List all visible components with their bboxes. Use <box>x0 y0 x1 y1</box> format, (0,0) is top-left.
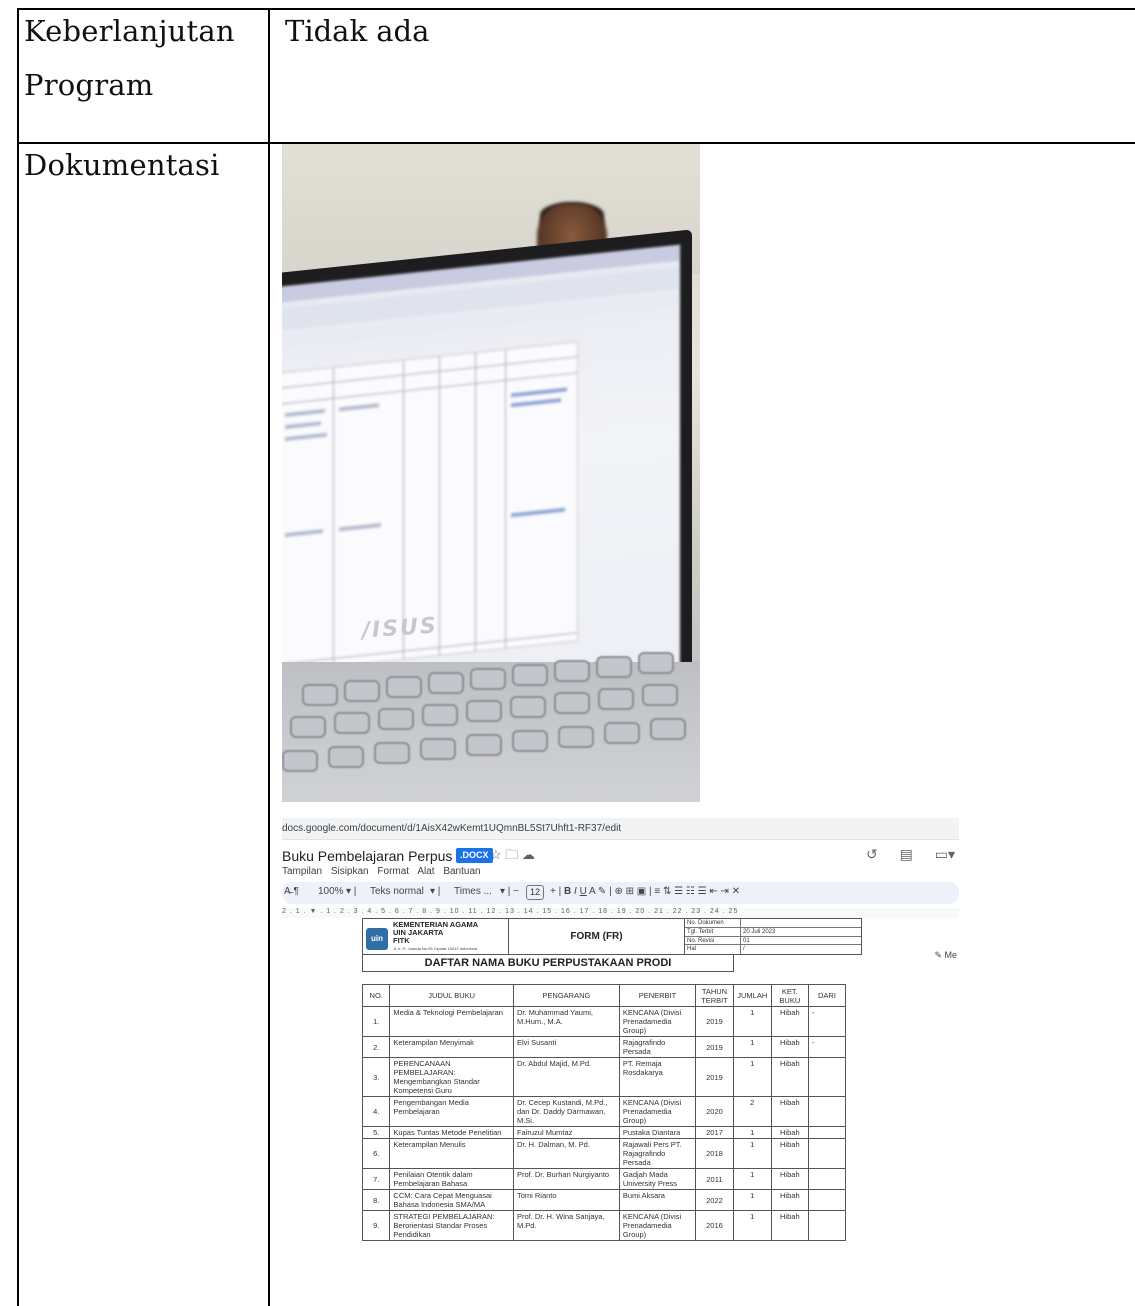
institution-name: KEMENTERIAN AGAMA UIN JAKARTA FITK <box>393 920 479 945</box>
spellcheck-icon: A̶ ¶ <box>284 886 299 897</box>
table-row: 2. Keterampilan Menyimak Elvi Susanti Ra… <box>361 1036 847 1058</box>
institution-address: Jl. Ir. H. Juanda No.95 Ciputat 15412 In… <box>393 946 478 951</box>
form-header-logo-cell: uin KEMENTERIAN AGAMA UIN JAKARTA FITK J… <box>363 919 509 954</box>
uin-logo: uin <box>366 928 388 950</box>
menu-bantuan: Bantuan <box>443 866 481 877</box>
menu-alat: Alat <box>417 866 435 877</box>
form-label: FORM (FR) <box>509 919 685 954</box>
ruler: 2 . 1 . ▼ . 1 . 2 . 3 . 4 . 5 . 6 . 7 . … <box>282 908 959 918</box>
browser-url: docs.google.com/document/d/1AisX42wKemt1… <box>282 823 622 834</box>
comment-icon: ▤ <box>899 846 913 862</box>
row-label-keberlanjutan: Keberlanjutan <box>24 14 235 48</box>
table-row: 3. PERENCANAAN PEMBELAJARAN: Mengembangk… <box>361 1057 847 1097</box>
row-label-program: Program <box>24 68 154 102</box>
table-header-row: NO. JUDUL BUKU PENGARANG PENERBIT TAHUN … <box>361 984 847 1007</box>
zoom-select: 100% <box>318 886 344 897</box>
table-border-top <box>17 8 1135 10</box>
meta-row: No. Revisi 01 <box>685 937 861 946</box>
folder-icon: 🗀 <box>505 847 519 862</box>
table-border-left <box>17 8 19 1306</box>
row-label-dokumentasi: Dokumentasi <box>24 148 220 182</box>
col-header-no: NO. <box>361 984 391 1007</box>
star-icon: ☆ <box>490 847 502 862</box>
menu-bar: Tampilan Sisipkan Format Alat Bantuan <box>282 866 487 877</box>
col-header-penerbit: PENERBIT <box>618 984 697 1007</box>
header-right-icons: ↺ ▤ ▭▾ <box>848 846 955 863</box>
table-row: 5. Kupas Tuntas Metode Penelitian Fairuz… <box>361 1126 847 1139</box>
col-header-judul: JUDUL BUKU <box>389 984 514 1007</box>
font-select: Times ... <box>454 886 492 897</box>
browser-url-bar: docs.google.com/document/d/1AisX42wKemt1… <box>282 818 959 840</box>
book-list-table: NO. JUDUL BUKU PENGARANG PENERBIT TAHUN … <box>361 984 847 1241</box>
meta-row: Tgl. Terbit 20 Juli 2023 <box>685 928 861 937</box>
form-header: uin KEMENTERIAN AGAMA UIN JAKARTA FITK J… <box>362 918 862 955</box>
book-list-title: DAFTAR NAMA BUKU PERPUSTAKAAN PRODI <box>362 955 734 972</box>
table-row: 4. Pengembangan Media Pembelajaran Dr. C… <box>361 1096 847 1127</box>
table-column-divider <box>268 8 270 1306</box>
col-header-ket: KET. BUKU <box>770 984 809 1007</box>
meet-icon: ▭▾ <box>934 846 955 862</box>
row-value-tidak-ada: Tidak ada <box>285 14 430 48</box>
table-row: 9. STRATEGI PEMBELAJARAN: Berorientasi S… <box>361 1210 847 1241</box>
zoom-chevron-icon: ▾ | <box>346 886 357 897</box>
format-icons: + | B I U A ✎ | ⊕ ⊞ ▣ | ≡ ⇅ ☰ ☷ ☰ ⇤ ⇥ ✕ <box>550 886 741 897</box>
title-icons: ☆ 🗀 ☁ <box>490 846 535 868</box>
font-size-field: 12 <box>526 885 544 900</box>
docx-badge: .DOCX <box>456 848 493 863</box>
documentation-screenshot-google-docs: docs.google.com/document/d/1AisX42wKemt1… <box>282 818 959 1271</box>
edit-mode-label: ✎ Me <box>934 950 957 960</box>
meta-row: Hal / <box>687 946 745 953</box>
table-row: 7. Penilaian Otentik dalam Pembelajaran … <box>361 1168 847 1190</box>
table-row: 1. Media & Teknologi Pembelajaran Dr. Mu… <box>361 1006 847 1037</box>
history-icon: ↺ <box>865 846 878 862</box>
style-chevron-icon: ▾ | <box>430 886 441 897</box>
col-header-tahun: TAHUN TERBIT <box>695 984 734 1007</box>
cloud-icon: ☁ <box>521 847 535 862</box>
photo-laptop-brand: /ISUS <box>361 613 439 644</box>
col-header-pengarang: PENGARANG <box>512 984 620 1007</box>
documentation-photo-laptop: /ISUS <box>282 144 700 802</box>
style-select: Teks normal <box>370 886 424 897</box>
formatting-toolbar: A̶ ¶ 100% ▾ | Teks normal ▾ | Times ... … <box>282 882 959 960</box>
col-header-dari: DARI <box>807 984 847 1007</box>
col-header-jumlah: JUMLAH <box>732 984 772 1007</box>
menu-tampilan: Tampilan <box>282 866 323 877</box>
font-chevron-icon: ▾ | − <box>500 886 520 897</box>
meta-row: No. Dokumen <box>685 919 861 928</box>
form-meta: No. Dokumen Tgl. Terbit 20 Juli 2023 No. … <box>685 919 861 954</box>
table-row: 6. Keterampilan Menulis Dr. H. Dalman, M… <box>361 1138 847 1169</box>
table-row: 8. CCM: Cara Cepat Menguasai Bahasa Indo… <box>361 1189 847 1211</box>
menu-sisipkan: Sisipkan <box>330 866 369 877</box>
menu-format: Format <box>377 866 410 877</box>
